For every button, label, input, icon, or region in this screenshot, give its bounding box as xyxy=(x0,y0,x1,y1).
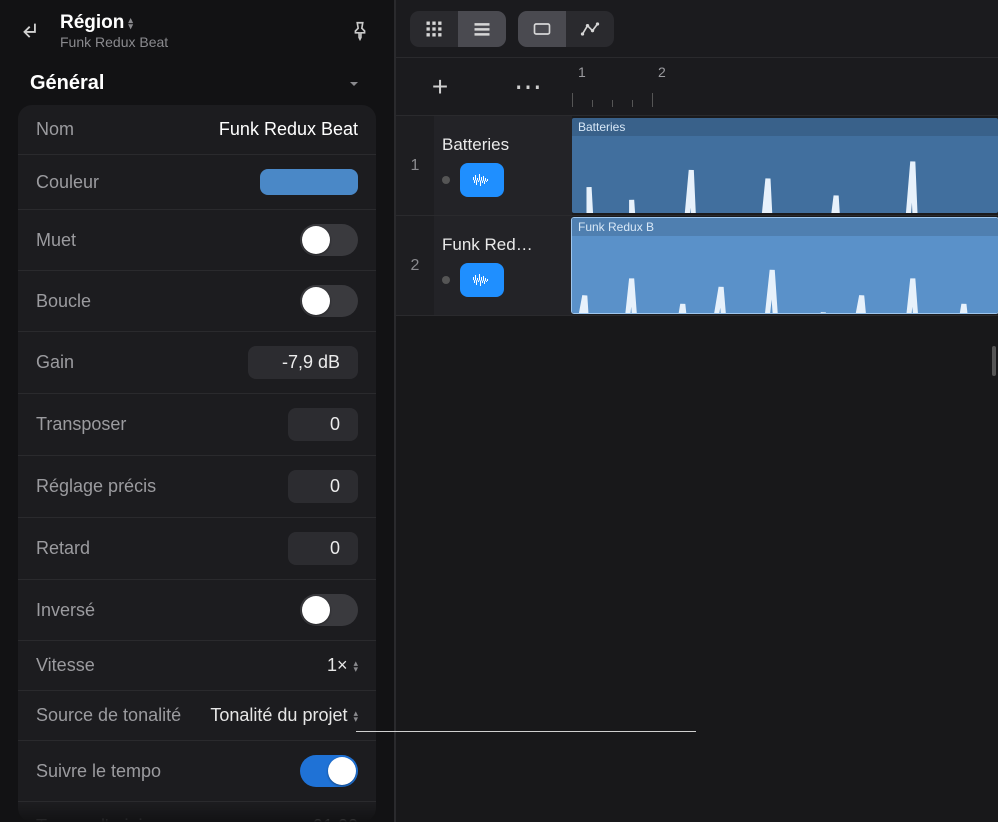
section-title: Général xyxy=(30,72,104,95)
callout-line xyxy=(356,731,696,732)
region-label: Funk Redux B xyxy=(572,218,998,236)
pin-icon[interactable] xyxy=(346,17,374,45)
label-finetune: Réglage précis xyxy=(36,476,156,497)
waveform-icon xyxy=(572,236,998,313)
region-label: Batteries xyxy=(572,118,998,136)
inspector-header: Région ▴▾ Funk Redux Beat xyxy=(0,0,394,60)
timeline-subbar: + ⋯ 1 2 xyxy=(396,58,998,116)
track-type-icon[interactable] xyxy=(460,263,504,297)
label-speed: Vitesse xyxy=(36,655,95,676)
row-transpose: Transposer 0 xyxy=(18,394,376,456)
row-gain: Gain -7,9 dB xyxy=(18,332,376,394)
ruler-mark-2: 2 xyxy=(658,64,666,80)
timeline-panel: + ⋯ 1 2 1 Batteries xyxy=(396,0,998,822)
input-finetune[interactable]: 0 xyxy=(288,470,358,503)
label-gain: Gain xyxy=(36,352,74,373)
label-transpose: Transposer xyxy=(36,414,126,435)
track-header[interactable]: Funk Red… xyxy=(434,216,572,315)
label-name: Nom xyxy=(36,119,74,140)
tracks-area: 1 Batteries Batteries xyxy=(396,116,998,822)
row-color: Couleur xyxy=(18,155,376,210)
row-followtempo: Suivre le tempo xyxy=(18,741,376,802)
track-header[interactable]: Batteries xyxy=(434,116,572,215)
toggle-loop[interactable] xyxy=(300,285,358,317)
value-keysource[interactable]: Tonalité du projet ▴▾ xyxy=(210,705,358,726)
chevron-down-icon xyxy=(344,74,364,94)
row-delay: Retard 0 xyxy=(18,518,376,580)
input-gain[interactable]: -7,9 dB xyxy=(248,346,358,379)
row-finetune: Réglage précis 0 xyxy=(18,456,376,518)
input-delay[interactable]: 0 xyxy=(288,532,358,565)
row-loop: Boucle xyxy=(18,271,376,332)
record-enable-icon[interactable] xyxy=(442,276,450,284)
label-origtempo: Tempo d'origine xyxy=(36,816,163,822)
inspector-title-text: Région xyxy=(60,12,124,34)
color-swatch[interactable] xyxy=(260,169,358,195)
inspector-subtitle: Funk Redux Beat xyxy=(60,34,346,50)
list-view-button[interactable] xyxy=(458,11,506,47)
properties-card: Nom Funk Redux Beat Couleur Muet Boucle … xyxy=(18,105,376,822)
label-reverse: Inversé xyxy=(36,600,95,621)
region-lane[interactable]: Funk Redux B xyxy=(572,216,998,315)
track-row[interactable]: 1 Batteries Batteries xyxy=(396,116,998,216)
toggle-followtempo[interactable] xyxy=(300,755,358,787)
audio-region-selected[interactable]: Funk Redux B xyxy=(572,218,998,313)
stepper-icon: ▴▾ xyxy=(353,660,358,672)
row-name: Nom Funk Redux Beat xyxy=(18,105,376,155)
section-header-general[interactable]: Général xyxy=(0,60,394,105)
track-name: Batteries xyxy=(442,135,564,155)
record-enable-icon[interactable] xyxy=(442,176,450,184)
more-menu-button[interactable]: ⋯ xyxy=(508,67,548,107)
track-name: Funk Red… xyxy=(442,235,564,255)
automation-mode-button[interactable] xyxy=(566,11,614,47)
region-lane[interactable]: Batteries xyxy=(572,116,998,215)
value-name[interactable]: Funk Redux Beat xyxy=(219,119,358,140)
timeline-toolbar xyxy=(396,0,998,58)
row-mute: Muet xyxy=(18,210,376,271)
edit-mode-segment xyxy=(518,11,614,47)
track-number: 2 xyxy=(396,216,434,315)
value-origtempo: 91,00 xyxy=(313,816,358,822)
label-delay: Retard xyxy=(36,538,90,559)
ruler-mark-1: 1 xyxy=(578,64,586,80)
region-mode-button[interactable] xyxy=(518,11,566,47)
track-row[interactable]: 2 Funk Red… Funk Redux B xyxy=(396,216,998,316)
row-reverse: Inversé xyxy=(18,580,376,641)
input-transpose[interactable]: 0 xyxy=(288,408,358,441)
stepper-icon: ▴▾ xyxy=(353,710,358,722)
back-icon[interactable] xyxy=(20,17,48,45)
row-origtempo: Tempo d'origine 91,00 xyxy=(18,802,376,822)
toggle-mute[interactable] xyxy=(300,224,358,256)
timeline-ruler[interactable]: 1 2 xyxy=(572,58,998,115)
speed-text: 1× xyxy=(327,655,348,676)
label-mute: Muet xyxy=(36,230,76,251)
ruler-ticks xyxy=(572,93,998,107)
label-followtempo: Suivre le tempo xyxy=(36,761,161,782)
label-color: Couleur xyxy=(36,172,99,193)
value-speed[interactable]: 1× ▴▾ xyxy=(327,655,358,676)
inspector-panel: Région ▴▾ Funk Redux Beat Général Nom Fu… xyxy=(0,0,396,822)
waveform-icon xyxy=(572,136,998,213)
row-speed: Vitesse 1× ▴▾ xyxy=(18,641,376,691)
add-track-button[interactable]: + xyxy=(420,67,460,107)
label-keysource: Source de tonalité xyxy=(36,705,181,726)
grid-view-button[interactable] xyxy=(410,11,458,47)
sort-icon: ▴▾ xyxy=(128,17,133,29)
view-mode-segment xyxy=(410,11,506,47)
inspector-title[interactable]: Région ▴▾ xyxy=(60,12,346,34)
row-keysource: Source de tonalité Tonalité du projet ▴▾ xyxy=(18,691,376,741)
label-loop: Boucle xyxy=(36,291,91,312)
audio-region[interactable]: Batteries xyxy=(572,118,998,213)
keysource-text: Tonalité du projet xyxy=(210,705,347,726)
track-type-icon[interactable] xyxy=(460,163,504,197)
toggle-reverse[interactable] xyxy=(300,594,358,626)
track-number: 1 xyxy=(396,116,434,215)
vertical-scrollbar[interactable] xyxy=(992,346,996,376)
